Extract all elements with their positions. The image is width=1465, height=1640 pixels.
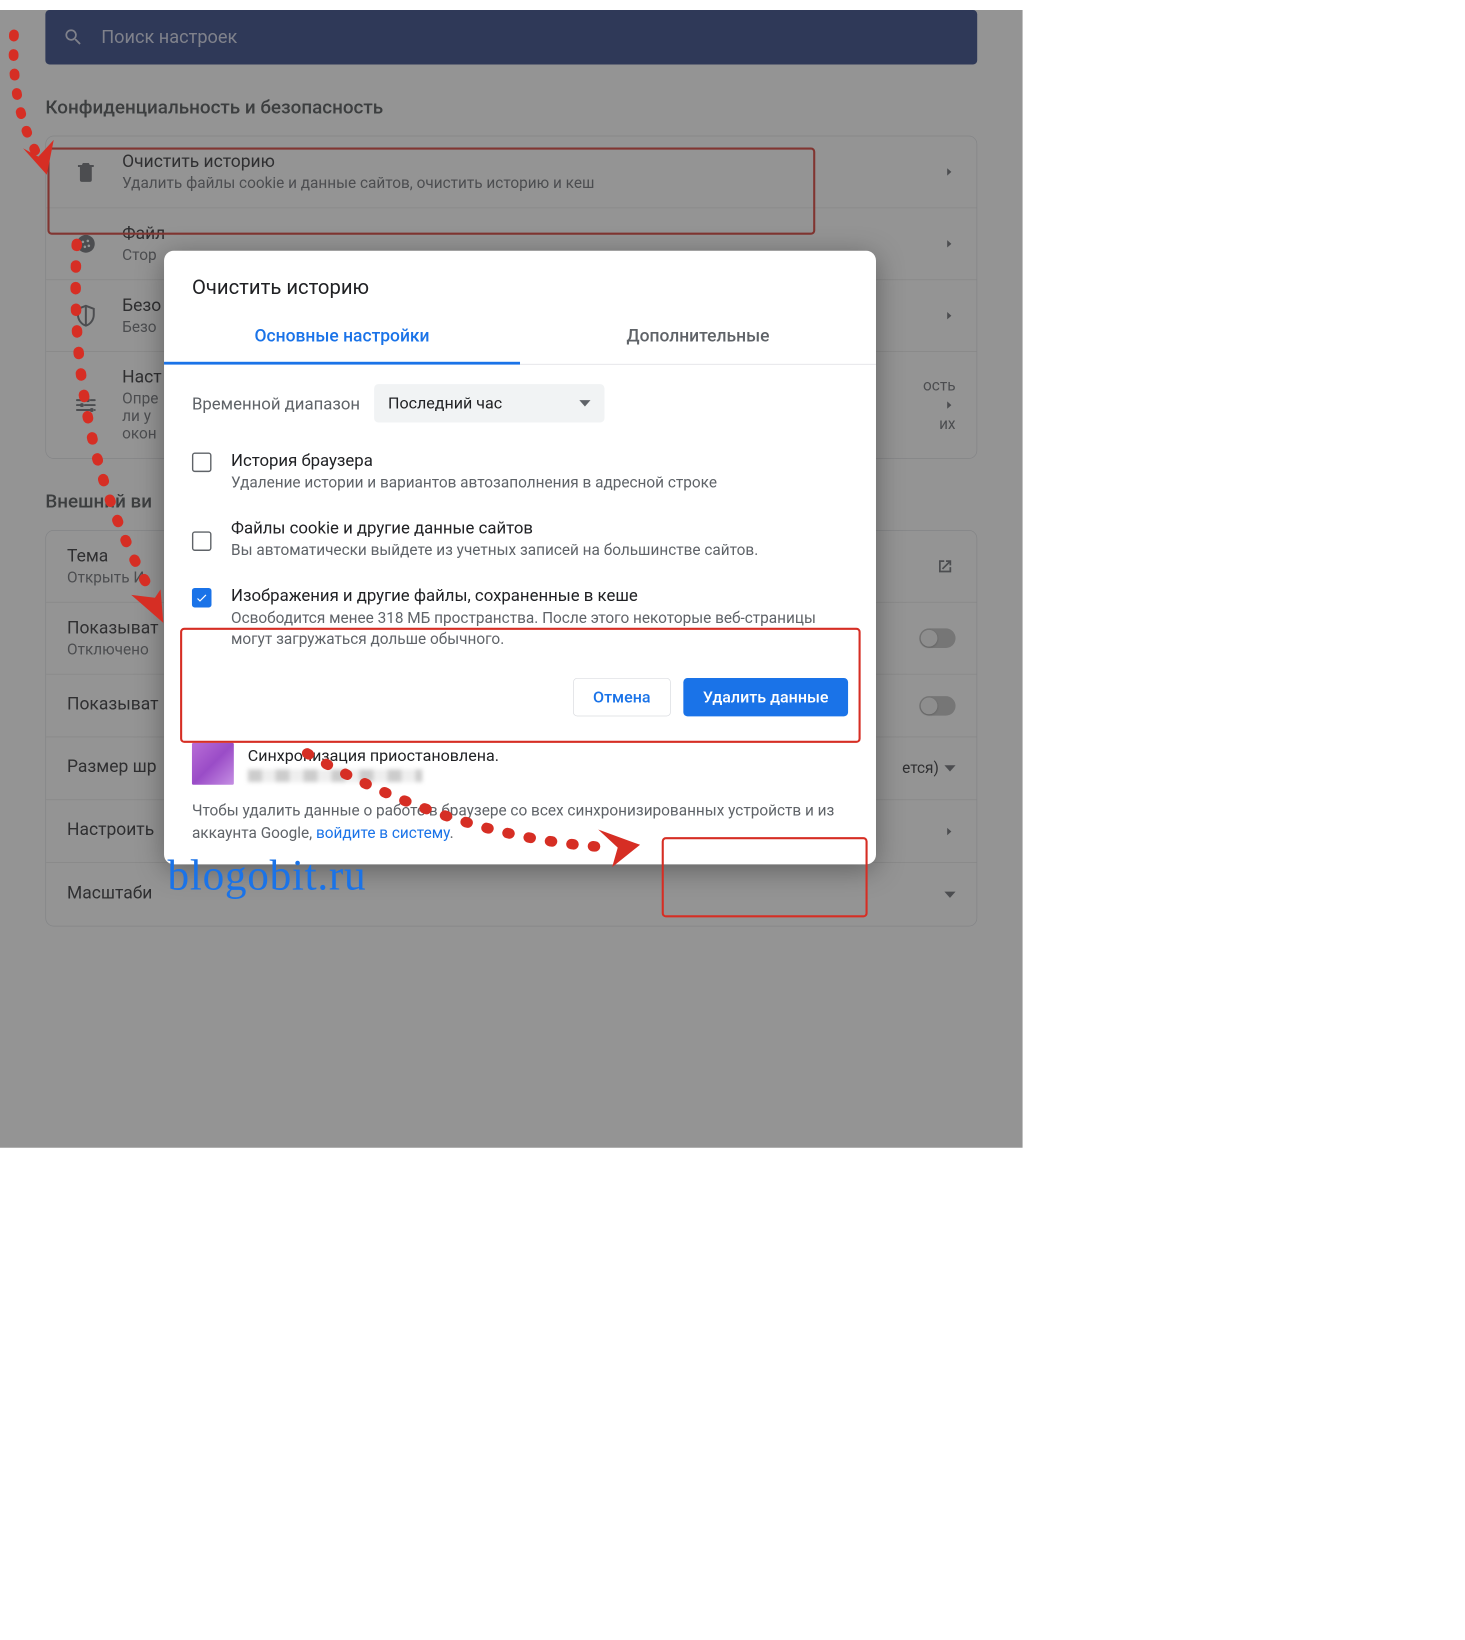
checkbox[interactable] (192, 531, 212, 551)
dialog-tabs: Основные настройки Дополнительные (164, 312, 876, 364)
check-title: История браузера (231, 450, 717, 470)
check-sub: Освободится менее 318 МБ пространства. П… (231, 608, 848, 651)
sync-status-row: Синхронизация приостановлена. (164, 730, 876, 791)
check-title: Изображения и другие файлы, сохраненные … (231, 586, 848, 606)
tab-advanced[interactable]: Дополнительные (520, 312, 876, 364)
check-cookies[interactable]: Файлы cookie и другие данные сайтов Вы а… (192, 511, 848, 579)
check-title: Файлы cookie и другие данные сайтов (231, 518, 758, 538)
avatar (192, 743, 234, 785)
check-history[interactable]: История браузера Удаление истории и вари… (192, 443, 848, 511)
dialog-title: Очистить историю (164, 251, 876, 312)
check-sub: Вы автоматически выйдете из учетных запи… (231, 540, 758, 561)
sign-in-link[interactable]: войдите в систему (316, 825, 450, 842)
time-range-label: Временной диапазон (192, 394, 360, 414)
checkbox-checked[interactable] (192, 588, 212, 608)
confirm-button[interactable]: Удалить данные (683, 678, 848, 716)
clear-browsing-data-dialog: Очистить историю Основные настройки Допо… (164, 251, 876, 865)
watermark-text: blogobit.ru (168, 851, 367, 901)
check-cache[interactable]: Изображения и другие файлы, сохраненные … (192, 579, 848, 668)
time-range-value: Последний час (388, 394, 502, 413)
sync-email-blurred (248, 769, 423, 782)
tab-basic[interactable]: Основные настройки (164, 312, 520, 364)
sync-title: Синхронизация приостановлена. (248, 746, 499, 765)
check-icon (195, 590, 209, 604)
time-range-select[interactable]: Последний час (374, 384, 604, 422)
checkbox[interactable] (192, 453, 212, 473)
dropdown-icon (579, 400, 590, 406)
check-sub: Удаление истории и вариантов автозаполне… (231, 473, 717, 494)
cancel-button[interactable]: Отмена (573, 678, 671, 716)
footnote: Чтобы удалить данные о работе в браузере… (164, 792, 876, 850)
